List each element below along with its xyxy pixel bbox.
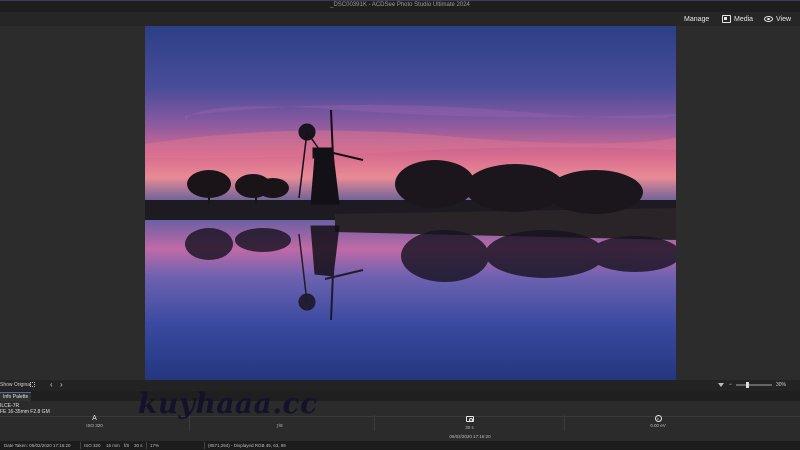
status-zoom: 17% — [150, 443, 160, 448]
media-mode-button[interactable]: Media — [722, 13, 753, 25]
view-mode-button[interactable]: View — [764, 13, 791, 25]
next-image-button[interactable]: › — [60, 380, 63, 390]
grid-icon — [672, 15, 681, 23]
shutter-value: 30 s — [465, 425, 474, 430]
status-focal: 16 mm — [106, 443, 120, 448]
mode-bar: Manage Media View — [0, 12, 800, 26]
previous-image-button[interactable]: ‹ — [50, 380, 53, 390]
status-date-taken: Date Taken: 05/02/2020 17:16:20 — [4, 443, 71, 448]
status-separator — [146, 442, 147, 449]
watermark: kuyhaaa.cc — [138, 387, 318, 420]
exposure-comp-cell: ± 0.00 eV — [563, 415, 753, 431]
zoom-dropdown-icon[interactable] — [718, 383, 725, 387]
media-label: Media — [734, 15, 754, 23]
image-viewer[interactable] — [0, 26, 800, 380]
shutter-cell: 30 s — [375, 415, 565, 431]
status-separator — [80, 442, 81, 449]
eye-icon — [764, 16, 773, 22]
status-shutter: 30 s — [134, 443, 143, 448]
status-bar: Date Taken: 05/02/2020 17:16:20 ISO 320 … — [0, 441, 800, 450]
tab-info-palette[interactable]: Info Palette — [0, 392, 32, 401]
exposure-comp-value: 0.00 eV — [650, 423, 666, 428]
title-bar: _DSC00391K - ACDSee Photo Studio Ultimat… — [0, 0, 800, 12]
status-separator — [204, 442, 205, 449]
window-title: _DSC00391K - ACDSee Photo Studio Ultimat… — [330, 2, 470, 8]
photo-canvas[interactable] — [145, 26, 676, 380]
view-label: View — [776, 15, 792, 23]
status-iso: ISO 320 — [84, 443, 101, 448]
fit-screen-icon[interactable] — [30, 382, 35, 387]
camera-icon — [465, 416, 474, 422]
iso-value: ISO 320 — [86, 423, 103, 428]
viewer-toolbar: Show Original ‹ › − 30% — [0, 380, 800, 391]
zoom-control: − 30% — [718, 382, 786, 388]
status-color: (8571,294) - Displayed RGB 45, 63, 99 — [208, 443, 286, 448]
zoom-out-button[interactable]: − — [728, 382, 732, 388]
info-palette-tabs: Info Palette — [0, 391, 800, 401]
info-palette: ILCE-7R FE 16-35mm F2.8 GM A ISO 320 ƒ/8… — [0, 401, 800, 441]
zoom-level: 30% — [775, 382, 786, 388]
capture-date: 05/02/2020 17:16:20 — [449, 434, 491, 439]
exposure-compensation-icon: ± — [654, 415, 662, 422]
status-aperture: f/8 — [124, 443, 130, 448]
zoom-slider-thumb[interactable] — [745, 382, 749, 388]
zoom-slider[interactable] — [735, 382, 772, 388]
manage-label: Manage — [684, 15, 710, 23]
media-icon — [722, 15, 731, 23]
show-original-button[interactable]: Show Original — [0, 382, 31, 388]
manage-mode-button[interactable]: Manage — [672, 13, 709, 25]
windmill-photo — [145, 26, 676, 380]
aperture-value: ƒ/8 — [276, 423, 283, 428]
